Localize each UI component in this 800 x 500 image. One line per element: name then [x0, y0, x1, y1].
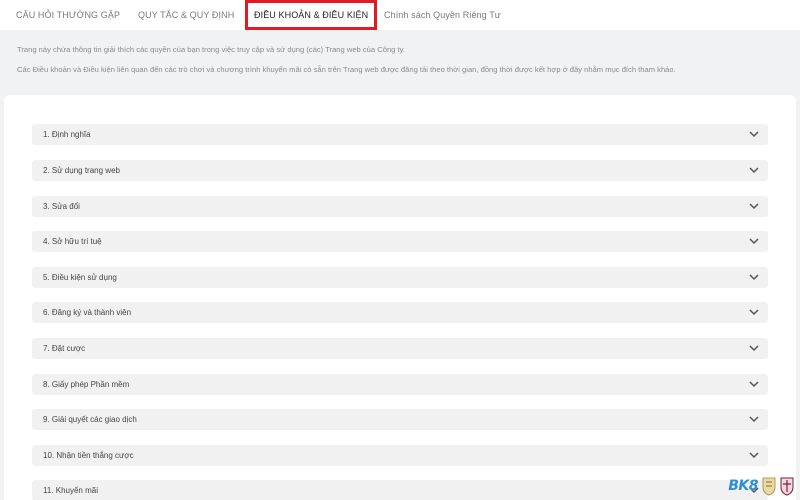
accordion-item-label: 5. Điều kiện sử dụng [43, 273, 117, 282]
accordion-item-conditions-of-use[interactable]: 5. Điều kiện sử dụng [32, 267, 768, 288]
accordion-item-website-use[interactable]: 2. Sử dụng trang web [32, 160, 768, 181]
chevron-down-icon [749, 452, 759, 459]
tab-privacy-policy[interactable]: Chính sách Quyền Riêng Tư [384, 0, 501, 30]
crest-claret-icon [780, 477, 794, 496]
chevron-down-icon [749, 167, 759, 174]
chevron-down-icon [749, 416, 759, 423]
terms-panel [4, 95, 796, 500]
intro-line-1: Trang này chứa thông tin giải thích các … [17, 45, 405, 54]
chevron-down-icon [749, 381, 759, 388]
accordion-item-betting[interactable]: 7. Đặt cược [32, 338, 768, 359]
tab-terms-conditions[interactable]: ĐIỀU KHOẢN & ĐIỀU KIỆN [245, 0, 378, 30]
accordion-item-label: 9. Giải quyết các giao dịch [43, 415, 137, 424]
accordion-item-transactions[interactable]: 9. Giải quyết các giao dịch [32, 409, 768, 430]
crest-gold-icon [762, 477, 776, 496]
accordion-item-software-license[interactable]: 8. Giấy phép Phần mềm [32, 374, 768, 395]
bk8-logo: BK8 [728, 478, 758, 494]
intro-text: Trang này chứa thông tin giải thích các … [17, 40, 787, 80]
chevron-down-icon [749, 309, 759, 316]
chevron-down-icon [749, 274, 759, 281]
chevron-down-icon [749, 345, 759, 352]
accordion-item-amendments[interactable]: 3. Sửa đổi [32, 196, 768, 217]
accordion-item-label: 8. Giấy phép Phần mềm [43, 380, 130, 389]
partner-logos: BK8 [728, 476, 794, 496]
accordion-item-label: 6. Đăng ký và thành viên [43, 308, 132, 317]
tab-faq[interactable]: CÂU HỎI THƯỜNG GẶP [16, 0, 120, 30]
tab-rules[interactable]: QUY TẮC & QUY ĐỊNH [138, 0, 234, 30]
accordion-item-definitions[interactable]: 1. Định nghĩa [32, 124, 768, 145]
accordion-item-label: 11. Khuyến mãi [43, 486, 98, 495]
chevron-down-icon [749, 131, 759, 138]
tab-bar: CÂU HỎI THƯỜNG GẶP QUY TẮC & QUY ĐỊNH ĐI… [0, 0, 800, 30]
accordion-item-label: 7. Đặt cược [43, 344, 86, 353]
accordion-item-label: 10. Nhận tiền thắng cược [43, 451, 134, 460]
accordion-item-registration[interactable]: 6. Đăng ký và thành viên [32, 302, 768, 323]
chevron-down-icon [749, 238, 759, 245]
accordion-item-label: 2. Sử dụng trang web [43, 166, 120, 175]
intro-line-2: Các Điều khoản và Điều kiện liên quan đế… [17, 65, 676, 74]
accordion-item-promotions[interactable]: 11. Khuyến mãi [32, 480, 768, 500]
accordion-item-intellectual-property[interactable]: 4. Sở hữu trí tuệ [32, 231, 768, 252]
accordion-item-winnings[interactable]: 10. Nhận tiền thắng cược [32, 445, 768, 466]
chevron-down-icon [749, 203, 759, 210]
accordion-item-label: 1. Định nghĩa [43, 130, 91, 139]
accordion-item-label: 4. Sở hữu trí tuệ [43, 237, 102, 246]
accordion-item-label: 3. Sửa đổi [43, 202, 80, 211]
